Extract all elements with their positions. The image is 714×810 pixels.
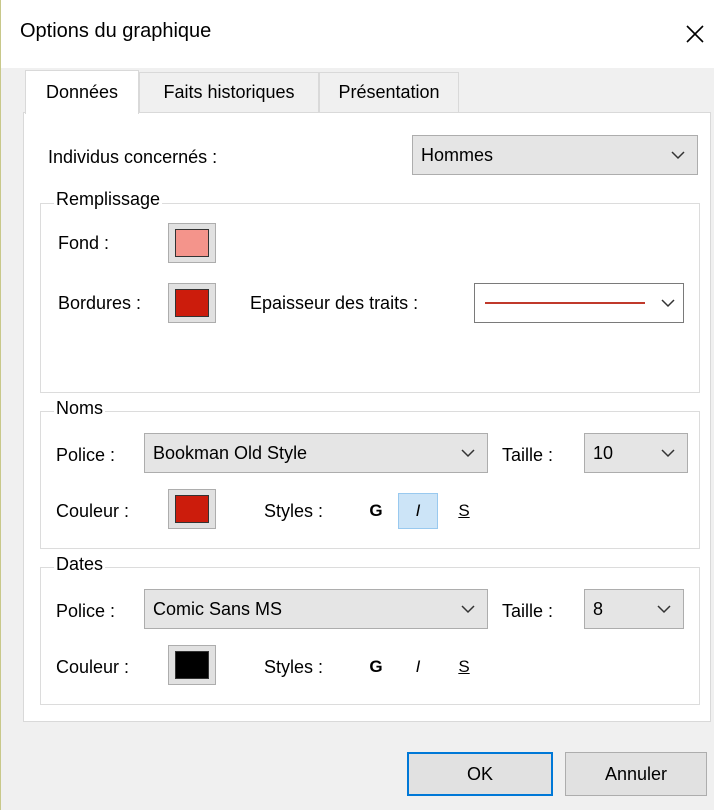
remplissage-legend: Remplissage	[54, 189, 163, 210]
noms-italic-button[interactable]: I	[398, 493, 438, 529]
tab-donnees[interactable]: Données	[25, 70, 139, 114]
line-thickness-sample	[485, 302, 645, 304]
noms-taille-select[interactable]: 10	[584, 433, 688, 473]
bordures-color-swatch	[175, 289, 209, 317]
individus-value: Hommes	[421, 144, 494, 165]
individus-label: Individus concernés :	[48, 147, 218, 167]
noms-underline-button[interactable]: S	[444, 493, 484, 529]
noms-couleur-button[interactable]	[168, 489, 216, 529]
chevron-down-icon	[657, 605, 671, 614]
epaisseur-label: Epaisseur des traits :	[250, 293, 419, 313]
dates-taille-value: 8	[593, 598, 604, 619]
fond-color-swatch	[175, 229, 209, 257]
dialog-title: Options du graphique	[20, 20, 212, 42]
ok-button[interactable]: OK	[407, 752, 553, 796]
chevron-down-icon	[671, 151, 685, 160]
bordures-color-button[interactable]	[168, 283, 216, 323]
dates-police-value: Comic Sans MS	[153, 598, 283, 619]
dates-couleur-label: Couleur :	[56, 657, 130, 677]
noms-styles-label: Styles :	[264, 501, 324, 521]
italic-label: I	[415, 657, 421, 676]
dates-couleur-button[interactable]	[168, 645, 216, 685]
fond-color-button[interactable]	[168, 223, 216, 263]
cancel-button-label: Annuler	[604, 763, 668, 784]
tab-panel-donnees: Individus concernés : Hommes Remplissage…	[23, 112, 711, 722]
dates-underline-button[interactable]: S	[444, 649, 484, 685]
dates-bold-button[interactable]: G	[356, 649, 396, 685]
tab-presentation-label: Présentation	[338, 82, 440, 102]
noms-legend: Noms	[54, 398, 106, 419]
chevron-down-icon	[461, 605, 475, 614]
epaisseur-select[interactable]	[474, 283, 684, 323]
chevron-down-icon	[461, 449, 475, 458]
noms-police-value: Bookman Old Style	[153, 442, 308, 463]
dates-legend: Dates	[54, 554, 106, 575]
noms-taille-value: 10	[593, 442, 614, 463]
noms-taille-label: Taille :	[502, 445, 554, 465]
dates-police-select[interactable]: Comic Sans MS	[144, 589, 488, 629]
cancel-button[interactable]: Annuler	[565, 752, 707, 796]
underline-label: S	[458, 657, 470, 676]
chevron-down-icon	[661, 449, 675, 458]
tab-presentation[interactable]: Présentation	[319, 72, 459, 112]
bold-label: G	[369, 501, 383, 520]
noms-bold-button[interactable]: G	[356, 493, 396, 529]
noms-couleur-swatch	[175, 495, 209, 523]
dates-taille-select[interactable]: 8	[584, 589, 684, 629]
tab-faits-historiques[interactable]: Faits historiques	[139, 72, 319, 112]
tab-faits-historiques-label: Faits historiques	[163, 82, 295, 102]
chevron-down-icon	[661, 299, 675, 308]
dates-italic-button[interactable]: I	[398, 649, 438, 685]
bold-label: G	[369, 657, 383, 676]
close-icon[interactable]	[681, 20, 709, 48]
noms-police-label: Police :	[56, 445, 116, 465]
dates-couleur-swatch	[175, 651, 209, 679]
italic-label: I	[415, 501, 421, 520]
options-dialog: Options du graphique Données Faits histo…	[0, 0, 714, 810]
title-bar: Options du graphique	[1, 0, 714, 68]
dates-taille-label: Taille :	[502, 601, 554, 621]
tab-donnees-label: Données	[45, 82, 119, 102]
dates-styles-label: Styles :	[264, 657, 324, 677]
fond-label: Fond :	[58, 233, 110, 253]
dates-police-label: Police :	[56, 601, 116, 621]
noms-couleur-label: Couleur :	[56, 501, 130, 521]
individus-select[interactable]: Hommes	[412, 135, 698, 175]
ok-button-label: OK	[466, 763, 493, 784]
bordures-label: Bordures :	[58, 293, 142, 313]
underline-label: S	[458, 501, 470, 520]
noms-police-select[interactable]: Bookman Old Style	[144, 433, 488, 473]
